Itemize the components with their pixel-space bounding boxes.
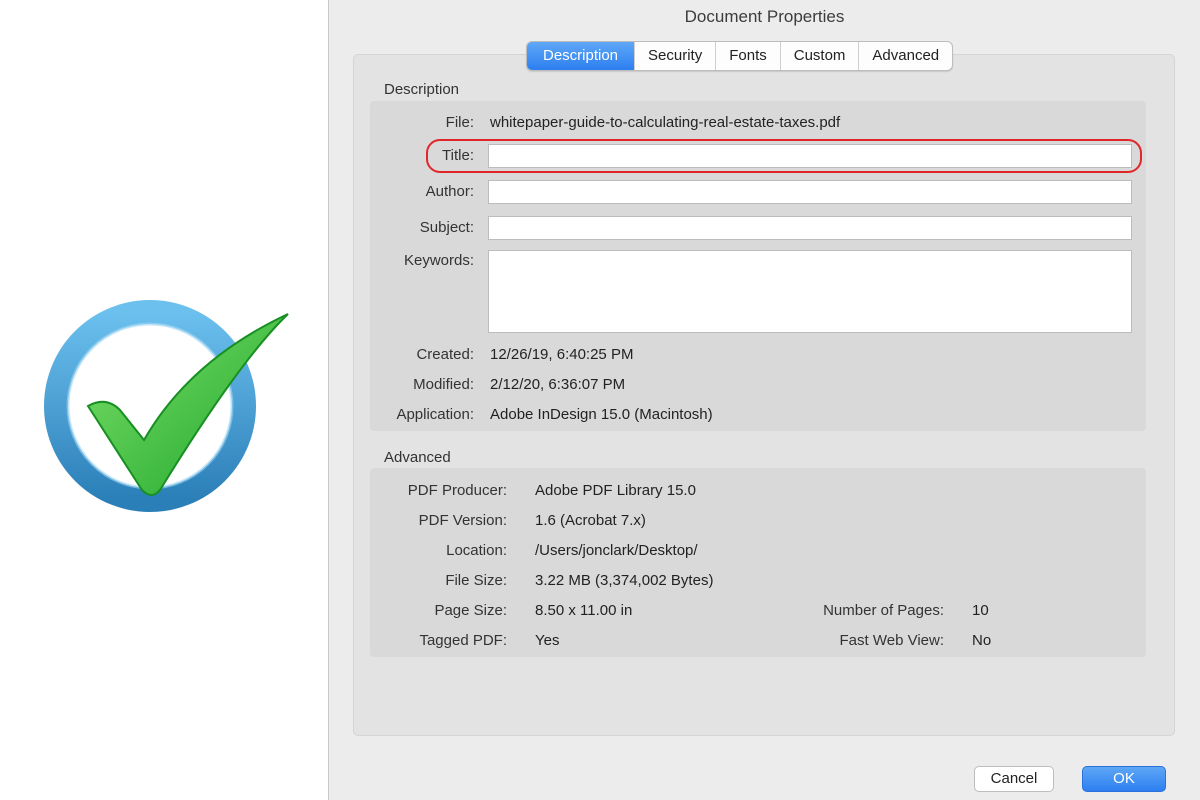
advanced-section-label: Advanced (384, 449, 451, 466)
created-label: Created: (416, 346, 474, 363)
author-label: Author: (425, 183, 474, 200)
tab-security[interactable]: Security (634, 42, 715, 70)
number-of-pages-label: Number of Pages: (823, 602, 944, 619)
pdf-producer-value: Adobe PDF Library 15.0 (535, 482, 696, 499)
page-size-value: 8.50 x 11.00 in (535, 602, 633, 619)
file-label: File: (445, 114, 474, 131)
title-highlight (426, 139, 1142, 173)
keywords-field[interactable] (488, 250, 1132, 333)
location-label: Location: (446, 542, 507, 559)
page-size-label: Page Size: (434, 602, 507, 619)
application-value: Adobe InDesign 15.0 (Macintosh) (490, 406, 713, 423)
description-section-label: Description (384, 81, 460, 98)
window-title: Document Properties (684, 7, 845, 26)
tab-advanced[interactable]: Advanced (858, 42, 952, 70)
subject-field[interactable] (488, 216, 1132, 240)
location-value: /Users/jonclark/Desktop/ (535, 542, 698, 559)
keywords-label: Keywords: (403, 252, 474, 269)
pdf-version-value: 1.6 (Acrobat 7.x) (535, 512, 646, 529)
tab-bar: Description Security Fonts Custom Advanc… (526, 41, 954, 71)
pdf-version-label: PDF Version: (418, 512, 507, 529)
pdf-producer-label: PDF Producer: (407, 482, 507, 499)
subject-label: Subject: (419, 219, 474, 236)
checkmark-circle-icon (44, 300, 289, 512)
tagged-pdf-label: Tagged PDF: (419, 632, 507, 649)
application-label: Application: (396, 406, 474, 423)
tagged-pdf-value: Yes (535, 632, 560, 649)
ok-button[interactable]: OK (1082, 766, 1166, 792)
file-size-value: 3.22 MB (3,374,002 Bytes) (535, 572, 714, 589)
modified-label: Modified: (413, 376, 474, 393)
tab-description[interactable]: Description (527, 42, 635, 70)
cancel-button[interactable]: Cancel (974, 766, 1054, 792)
tab-custom[interactable]: Custom (779, 42, 859, 70)
number-of-pages-value: 10 (972, 602, 989, 619)
tab-fonts[interactable]: Fonts (715, 42, 780, 70)
file-value: whitepaper-guide-to-calculating-real-est… (490, 114, 841, 131)
file-size-label: File Size: (445, 572, 507, 589)
fast-web-view-value: No (972, 632, 992, 649)
modified-value: 2/12/20, 6:36:07 PM (490, 376, 626, 393)
created-value: 12/26/19, 6:40:25 PM (490, 346, 634, 363)
page: Document Properties Description Security… (0, 0, 1200, 800)
fast-web-view-label: Fast Web View: (839, 632, 945, 649)
author-field[interactable] (488, 180, 1132, 204)
